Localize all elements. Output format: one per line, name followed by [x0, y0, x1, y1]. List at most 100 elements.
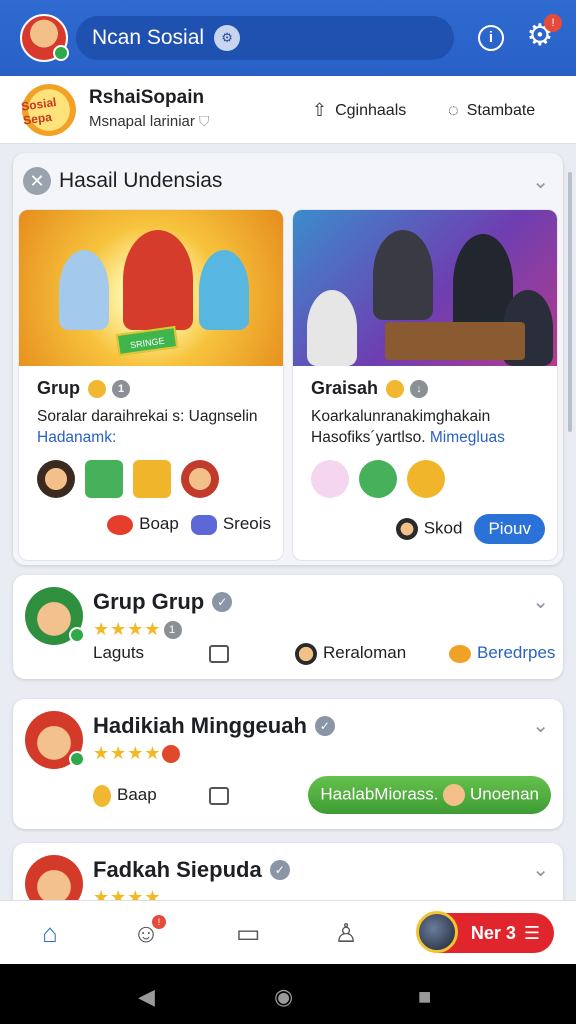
footer-item-2[interactable]: Sreois [190, 514, 271, 535]
subcard-1-title-row: Grup 1 [37, 378, 130, 399]
subcard-2-desc: Koarkalunranakimghakain Hasofiks´yartlso… [311, 406, 551, 448]
game-table [385, 322, 525, 360]
cta-button[interactable]: Piouv [474, 514, 545, 544]
person-avatar-icon [295, 643, 317, 665]
verified-badge-icon [53, 45, 69, 61]
group-2-reward-pill[interactable]: HaalabMiorass. Unoenan [308, 776, 551, 814]
sparkle-icon [449, 644, 471, 663]
notification-pill-button[interactable]: Ner 3 ☰ [416, 911, 554, 953]
recents-icon[interactable]: ■ [418, 984, 431, 1010]
group-1-item-3[interactable]: Beredrpes [449, 643, 555, 663]
logo-text: Sosial Sepa [20, 94, 58, 128]
subcard-2-icons [311, 460, 445, 498]
group-1-rating-badge: 1 [163, 621, 182, 640]
settings-gear-icon[interactable]: ⚙! [524, 14, 562, 52]
subcard-1-footer: Boap Sreois [107, 514, 271, 535]
verified-check-icon: ✓ [269, 860, 290, 880]
gem-icon [190, 514, 217, 535]
info-icon[interactable]: i [478, 25, 504, 51]
image-sign: SRINGE [115, 325, 179, 357]
group-3-name: Fadkah Siepuda [93, 857, 262, 882]
chevron-down-icon[interactable]: ⌄ [532, 857, 549, 882]
feature-header: ✕ Hasail Undensias [23, 167, 222, 195]
subcard-2-footer: Skod Piouv [395, 514, 545, 544]
group-1-item-3-label: Beredrpes [477, 643, 556, 662]
coin-icon [88, 379, 106, 398]
group-1-item-1[interactable]: Laguts [93, 643, 144, 663]
scrollbar[interactable] [568, 172, 572, 432]
profile-name: RshaiSopain [89, 87, 205, 108]
group-1-name: Grup Grup [93, 589, 205, 614]
game-orb-icon [416, 911, 458, 953]
subcard-2-image [293, 210, 557, 366]
footer-item-1[interactable]: Boap [107, 514, 179, 535]
reward-pill-label: HaalabMiorass. [320, 784, 439, 804]
group-2-name-row: Hadikiah Minggeuah ✓ [93, 713, 335, 739]
subcard-1-title: Grup [37, 378, 80, 398]
feature-subcard-1[interactable]: SRINGE Grup 1 Soralar daraihrekai s: Uagn… [18, 209, 284, 561]
share-action-button[interactable]: ⇧ Cginhaals [312, 100, 406, 121]
subcard-1-icons [37, 460, 219, 498]
subcard-1-link[interactable]: Hadanamk: [37, 429, 116, 446]
download-icon: ↓ [410, 379, 429, 398]
chevron-down-icon[interactable]: ⌄ [532, 589, 549, 614]
group-2-rating: ★★★★ [93, 743, 180, 764]
menu-icon: ☰ [523, 922, 540, 943]
girl-avatar-icon [37, 460, 75, 498]
verified-badge-icon [69, 627, 85, 643]
group-3-name-row: Fadkah Siepuda ✓ [93, 857, 290, 883]
reward-pill-label-2: Unoenan [469, 784, 539, 804]
subcard-1-image: SRINGE [19, 210, 283, 366]
group-1-item-2[interactable]: Reraloman [295, 643, 406, 665]
feedback-icon[interactable]: ▭ [232, 917, 264, 949]
footer-item-skod-label: Skod [423, 518, 463, 538]
chat-bubble-icon: ◌ [448, 100, 459, 120]
group-card-1[interactable]: Grup Grup ✓ ★★★★ 1 ⌄ Laguts Reraloman Bere… [13, 575, 563, 679]
subcard-2-title-row: Graisah ↓ [311, 378, 429, 399]
people-icon[interactable]: ☺! [130, 915, 166, 949]
group-1-rating: ★★★★ 1 [93, 619, 182, 640]
feature-title: Hasail Undensias [59, 169, 223, 192]
chevron-down-icon[interactable]: ⌄ [532, 713, 549, 738]
shield-icon: ⛉ [198, 113, 210, 129]
chat-action-button[interactable]: ◌ Stambate [448, 100, 535, 121]
social-search-pill[interactable]: Ncan Sosial ⚙ [76, 16, 454, 60]
group-1-item-2-label: Reraloman [323, 643, 407, 662]
group-card-2[interactable]: Hadikiah Minggeuah ✓ ★★★★ ⌄ Baap HaalabMi… [13, 699, 563, 829]
fire-icon [161, 745, 180, 764]
app-header: Ncan Sosial ⚙ i ⚙! [0, 0, 576, 76]
subcard-1-desc: Soralar daraihrekai s: Uagnselin Hadanamk… [37, 406, 277, 448]
share-icon: ⇧ [312, 100, 328, 120]
feature-subcard-2[interactable]: Graisah ↓ Koarkalunranakimghakain Hasofik… [292, 209, 558, 561]
footer-item-1-label: Boap [139, 514, 179, 533]
gift-icon [85, 460, 123, 498]
face-icon [443, 784, 466, 806]
bottom-navigation: ⌂ ☺! ▭ ♙ Ner 3 ☰ [0, 900, 576, 964]
user-avatar[interactable] [20, 14, 69, 62]
brand-logo: Sosial Sepa [18, 80, 80, 140]
feature-card: ✕ Hasail Undensias ⌄ SRINGE Grup 1 Sorala… [13, 153, 563, 565]
profile-icon[interactable]: ♙ [330, 917, 362, 949]
chevron-down-icon[interactable]: ⌄ [532, 169, 549, 194]
profile-header: Sosial Sepa RshaiSopain Msnapal lariniar… [0, 76, 576, 144]
dollar-coin-icon [407, 460, 445, 498]
close-icon[interactable]: ✕ [23, 167, 51, 195]
notification-pill-label: Ner 3 [470, 922, 516, 943]
tomato-icon [107, 514, 134, 535]
group-2-item-1-label: Baap [117, 785, 157, 804]
profile-subtitle: Msnapal lariniar ⛉ [89, 113, 209, 130]
boy-avatar-icon [395, 518, 418, 540]
coin-bag-icon [93, 785, 111, 807]
home-circle-icon[interactable]: ◉ [274, 984, 293, 1010]
verified-check-icon: ✓ [314, 716, 335, 736]
search-pill-label: Ncan Sosial [92, 26, 205, 49]
group-2-name: Hadikiah Minggeuah [93, 713, 307, 738]
home-icon[interactable]: ⌂ [34, 917, 66, 949]
settings-badge: ! [544, 14, 562, 32]
back-icon[interactable]: ◀ [138, 984, 155, 1010]
subcard-2-link[interactable]: Mimegluas [430, 429, 505, 446]
footer-item-skod[interactable]: Skod [395, 518, 463, 540]
people-badge: ! [152, 915, 166, 929]
group-2-item-1[interactable]: Baap [93, 785, 157, 807]
coin-icon [386, 379, 405, 398]
